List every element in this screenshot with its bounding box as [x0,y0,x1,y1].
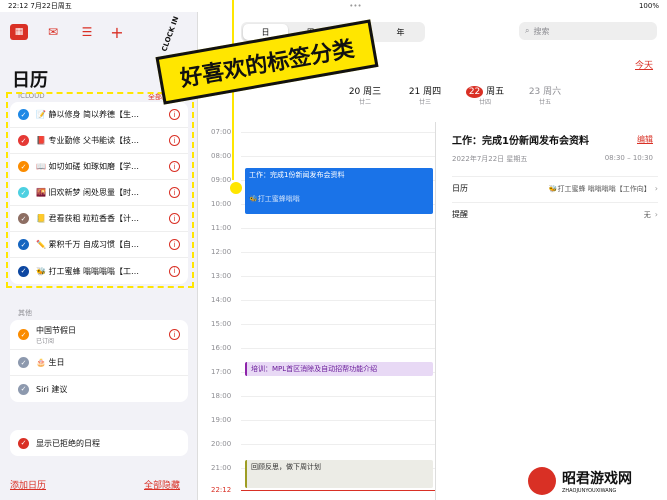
time-label: 15:00 [211,320,232,328]
event-block[interactable]: 回顾反思，做下周计划 [245,460,433,488]
checkmark-icon[interactable]: ✓ [18,437,29,449]
time-label: 14:00 [211,296,232,304]
inbox-icon[interactable]: ✉ [44,24,62,40]
time-label: 13:00 [211,272,232,280]
time-label: 12:00 [211,248,232,256]
detail-date: 2022年7月22日 星期五 [452,155,528,163]
edit-button[interactable]: 编辑 [637,134,653,145]
time-label: 07:00 [211,128,232,136]
chevron-right-icon: › [654,184,658,193]
status-time: 22:12 [8,2,29,10]
declined-toggle-row[interactable]: ✓ 显示已拒绝的日程 [10,430,188,456]
time-label: 09:00 [211,176,232,184]
checkmark-icon[interactable]: ✓ [18,329,29,340]
event-block[interactable]: 培训：MPL首区消除及自动招帮功能介绍 [245,362,433,376]
time-label: 10:00 [211,200,232,208]
hide-all-link[interactable]: 全部隐藏 [144,478,180,491]
highlight-dot [230,182,242,194]
tab-year[interactable]: 年 [378,24,423,40]
current-time-line [241,490,435,491]
checkmark-icon[interactable]: ✓ [18,357,29,368]
event-detail-panel: 工作：完成1份新闻发布会资料 编辑 2022年7月22日 星期五 08:30 –… [435,122,667,500]
timeline: 07:00 08:00 09:00 10:00 11:00 12:00 13:0… [199,122,241,500]
status-bar: 22:12 7月22日周五 ••• 100% [0,0,667,12]
detail-time: 08:30 – 10:30 [604,154,653,162]
checkmark-icon[interactable]: ✓ [18,383,29,395]
detail-title: 工作：完成1份新闻发布会资料 [452,136,589,147]
add-icon[interactable]: + [108,23,126,42]
calendar-row[interactable]: ✓ Siri 建议 [10,376,188,402]
detail-reminder-row[interactable]: 提醒无 › [452,202,658,226]
watermark-logo [528,467,556,495]
day-header[interactable]: 20 周三 廿二 [335,84,395,106]
time-label: 17:00 [211,368,232,376]
other-calendar-list: ✓ 中国节假日 已订阅 i ✓ 🎂 生日 ✓ Siri 建议 [10,320,188,402]
window-dots: ••• [349,2,362,10]
add-calendar-link[interactable]: 添加日历 [10,478,46,491]
calendar-icon[interactable]: ▦ [10,24,28,40]
time-label: 16:00 [211,344,232,352]
week-day-header: 20 周三 廿二 21 周四 廿三 22 周五 廿四 23 周六 廿五 [335,84,575,106]
time-label: 11:00 [211,224,232,232]
chevron-right-icon: › [654,210,658,219]
search-icon: ⌕ [525,26,530,35]
watermark: 昭君游戏网 ZHAOJUNYOUXIWANG [528,466,662,496]
time-label: 18:00 [211,392,232,400]
time-label: 19:00 [211,416,232,424]
time-label: 20:00 [211,440,232,448]
day-header[interactable]: 21 周四 廿三 [395,84,455,106]
today-button[interactable]: 今天 [635,58,653,71]
sidebar-title: 日历 [12,70,48,91]
info-icon[interactable]: i [169,329,180,340]
declined-toggle-group: ✓ 显示已拒绝的日程 [10,430,188,456]
detail-calendar-row[interactable]: 日历 🐝打工蜜蜂 嗡嗡嗡嗡【工作向】 › [452,176,658,200]
day-header-selected[interactable]: 22 周五 廿四 [455,84,515,106]
highlight-frame [6,92,194,288]
list-icon[interactable]: ☰ [78,24,96,40]
time-label: 21:00 [211,464,232,472]
other-label: 其他 [18,309,32,317]
calendar-row[interactable]: ✓ 🎂 生日 [10,350,188,376]
current-time-label: 22:12 [211,486,232,494]
search-placeholder: 搜索 [533,26,550,36]
battery-indicator: 100% [638,2,659,10]
time-label: 08:00 [211,152,232,160]
calendar-row[interactable]: ✓ 中国节假日 已订阅 i [10,320,188,350]
event-block-selected[interactable]: 工作：完成1份新闻发布会资料 🐝打工蜜蜂嗡嗡 [245,168,433,214]
search-field[interactable]: ⌕ 搜索 [519,22,657,40]
day-header[interactable]: 23 周六 廿五 [515,84,575,106]
status-date: 7月22日周五 [30,2,72,10]
